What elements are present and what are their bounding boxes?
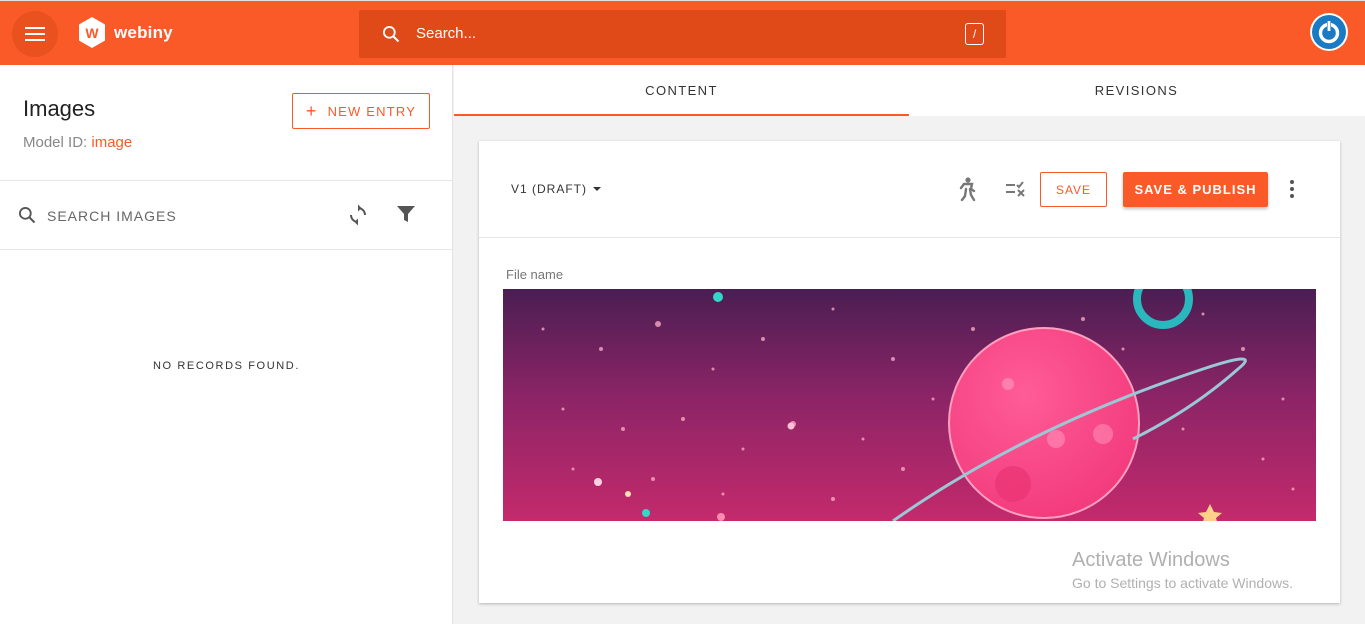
refresh-icon[interactable] xyxy=(346,203,370,227)
windows-activation-watermark: Activate Windows Go to Settings to activ… xyxy=(1072,549,1293,591)
power-icon xyxy=(1312,15,1346,49)
entries-panel: Images Model ID: image + NEW ENTRY SEARC… xyxy=(0,65,453,624)
editor-tabs: CONTENT REVISIONS xyxy=(454,65,1365,116)
new-entry-label: NEW ENTRY xyxy=(327,103,417,119)
person-icon[interactable] xyxy=(957,177,979,201)
divider xyxy=(0,249,453,250)
more-options-icon[interactable] xyxy=(1283,178,1301,200)
tab-revisions[interactable]: REVISIONS xyxy=(909,65,1364,116)
new-entry-button[interactable]: + NEW ENTRY xyxy=(292,93,430,129)
webiny-logo[interactable]: W webiny xyxy=(78,17,173,48)
watermark-title: Activate Windows xyxy=(1072,549,1230,571)
watermark-subtitle: Go to Settings to activate Windows. xyxy=(1072,575,1293,591)
model-id: Model ID: image xyxy=(23,134,132,151)
divider xyxy=(479,237,1340,238)
global-search-bar[interactable]: Search... / xyxy=(359,10,1006,58)
search-entries-bar[interactable]: SEARCH IMAGES xyxy=(0,181,453,249)
save-button[interactable]: SAVE xyxy=(1040,172,1107,207)
file-name-label: File name xyxy=(506,267,564,282)
checklist-icon[interactable] xyxy=(1004,178,1028,200)
page-title: Images xyxy=(23,96,96,121)
save-and-publish-button[interactable]: SAVE & PUBLISH xyxy=(1123,172,1268,207)
empty-state-message: NO RECORDS FOUND. xyxy=(153,360,300,372)
hamburger-menu-button[interactable] xyxy=(12,11,58,57)
search-entries-input[interactable]: SEARCH IMAGES xyxy=(47,208,177,224)
caret-down-icon xyxy=(593,187,601,191)
search-placeholder: Search... xyxy=(416,25,477,42)
model-id-label: Model ID: xyxy=(23,134,88,151)
entry-form-card: V1 (DRAFT) SAVE SAVE & PUBLISH File name xyxy=(479,141,1340,603)
webiny-hexagon-icon: W xyxy=(79,17,105,48)
file-image-preview[interactable] xyxy=(503,289,1316,521)
brand-name: webiny xyxy=(114,22,173,42)
model-id-value: image xyxy=(91,134,133,151)
search-shortcut-key: / xyxy=(965,23,984,45)
filter-icon[interactable] xyxy=(395,203,417,225)
tab-content[interactable]: CONTENT xyxy=(454,65,909,116)
version-selector[interactable]: V1 (DRAFT) xyxy=(511,182,601,196)
menu-icon xyxy=(25,27,45,41)
search-icon xyxy=(19,207,36,224)
svg-text:W: W xyxy=(85,25,99,41)
space-planet-image xyxy=(503,289,1316,521)
plus-icon: + xyxy=(305,101,318,121)
version-label: V1 (DRAFT) xyxy=(511,182,587,196)
top-bar: W webiny Search... / xyxy=(0,0,1365,65)
search-icon xyxy=(383,26,400,43)
user-avatar[interactable] xyxy=(1310,13,1348,51)
